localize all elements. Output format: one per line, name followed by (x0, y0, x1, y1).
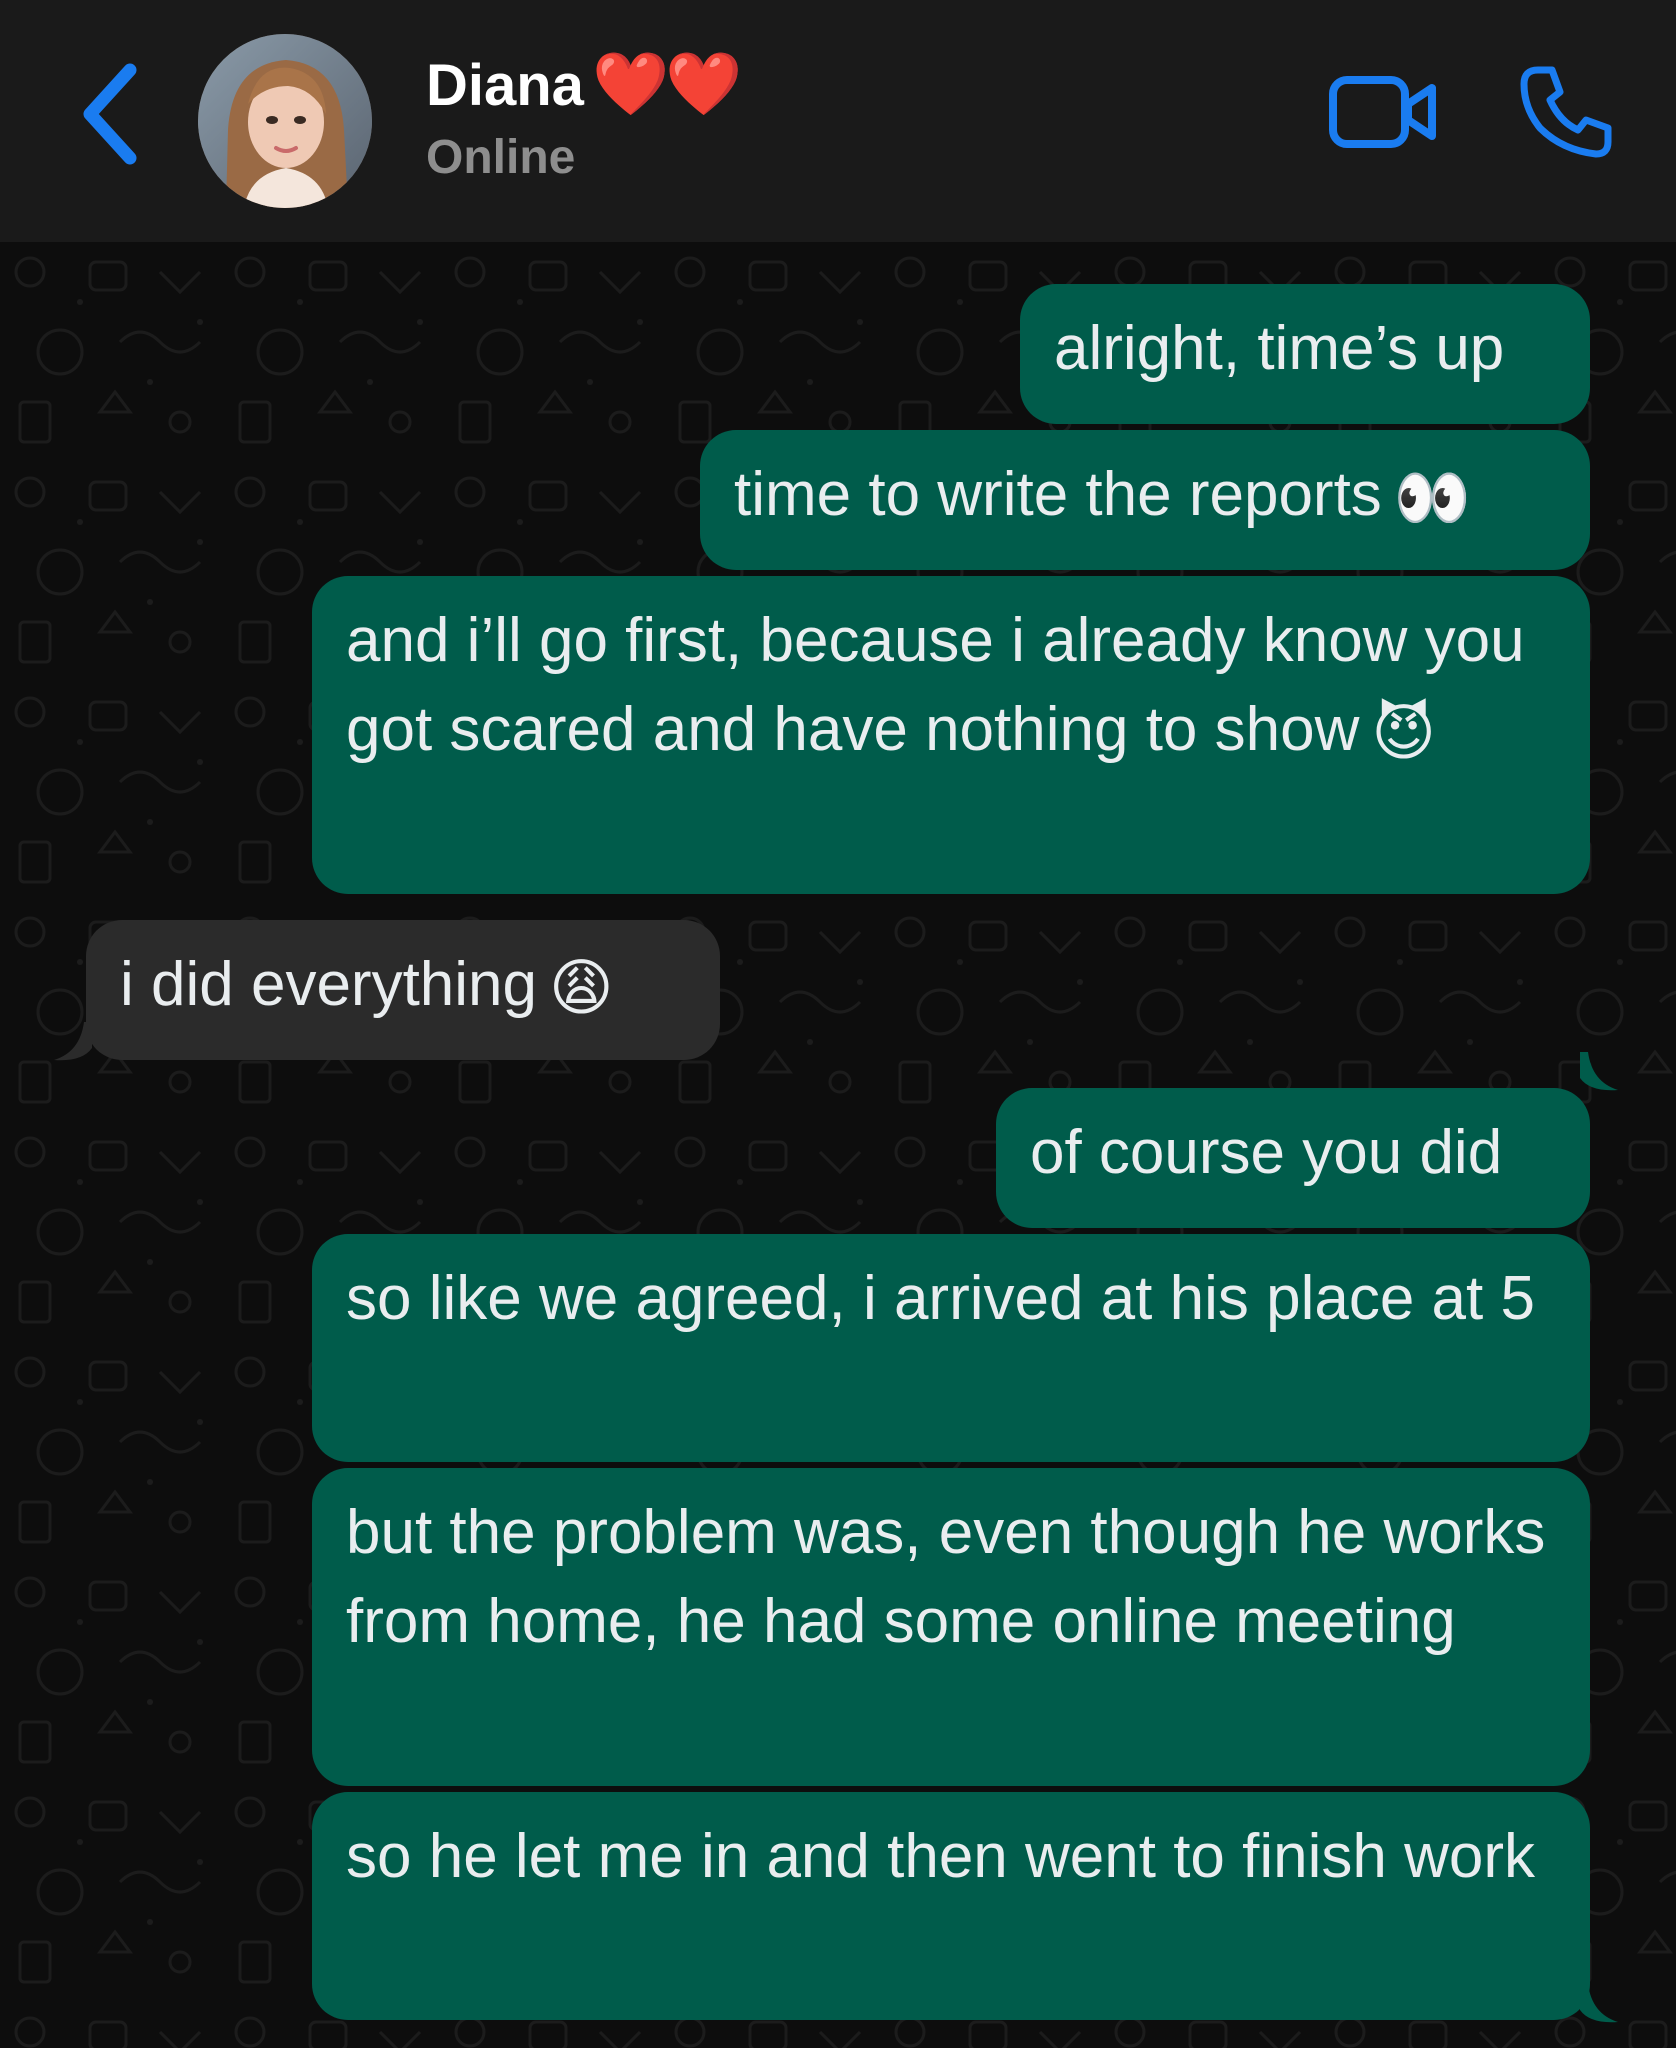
message-list[interactable]: alright, time’s up time to write the rep… (0, 242, 1676, 2048)
weary-face-emoji: 😩 (549, 954, 614, 1024)
voice-call-button[interactable] (1516, 62, 1616, 162)
chat-screen: Diana ❤️❤️ Online alright, time’s up tim… (0, 0, 1676, 2048)
back-button[interactable] (72, 58, 152, 168)
message-bubble-outgoing[interactable]: so like we agreed, i arrived at his plac… (312, 1234, 1590, 1462)
message-bubble-outgoing[interactable]: so he let me in and then went to finish … (312, 1792, 1590, 2020)
message-bubble-outgoing[interactable]: of course you did (996, 1088, 1590, 1228)
message-text: alright, time’s up (1054, 314, 1505, 383)
bubble-tail (1580, 1052, 1618, 1091)
contact-status: Online (426, 131, 576, 184)
chevron-left-icon (83, 63, 137, 165)
message-bubble-incoming[interactable]: i did everything 😩 (86, 920, 720, 1060)
message-text: so like we agreed, i arrived at his plac… (346, 1264, 1535, 1333)
contact-name[interactable]: Diana ❤️❤️ (426, 48, 742, 121)
chat-header: Diana ❤️❤️ Online (0, 0, 1676, 242)
message-bubble-outgoing[interactable]: and i’ll go first, because i already kno… (312, 576, 1590, 894)
video-camera-icon (1329, 76, 1436, 148)
contact-name-text: Diana (426, 53, 584, 118)
video-call-button[interactable] (1328, 72, 1440, 152)
message-bubble-outgoing[interactable]: time to write the reports 👀 (700, 430, 1590, 570)
message-bubble-outgoing[interactable]: alright, time’s up (1020, 284, 1590, 424)
heart-emoji: ❤️❤️ (591, 50, 742, 119)
avatar[interactable] (198, 34, 372, 208)
message-text: of course you did (1030, 1118, 1503, 1187)
message-text: and i’ll go first, because i already kno… (346, 606, 1525, 764)
bubble-tail (54, 1022, 92, 1061)
bubble-tail (1580, 1984, 1618, 2023)
message-bubble-outgoing[interactable]: but the problem was, even though he work… (312, 1468, 1590, 1786)
smiling-devil-emoji: 😈 (1371, 699, 1437, 769)
message-text: so he let me in and then went to finish … (346, 1822, 1535, 1891)
message-text: time to write the reports (734, 460, 1382, 529)
phone-icon (1520, 66, 1612, 158)
avatar-photo (198, 34, 372, 208)
message-text: i did everything (120, 950, 538, 1019)
message-text: but the problem was, even though he work… (346, 1498, 1546, 1656)
eyes-emoji: 👀 (1393, 464, 1471, 534)
